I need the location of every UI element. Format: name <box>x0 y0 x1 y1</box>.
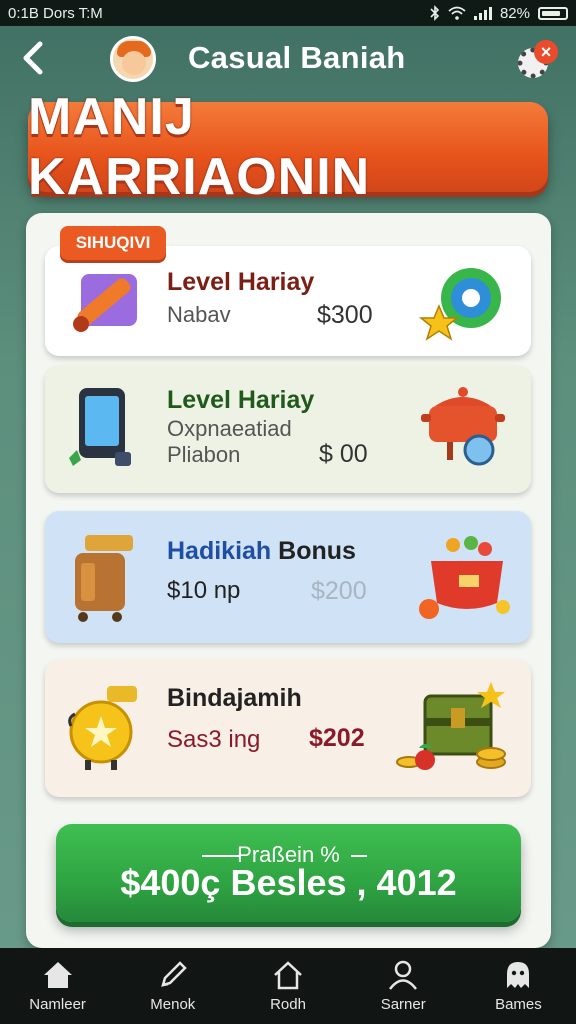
card-title-rest: Bonus <box>278 537 356 565</box>
reward-card[interactable]: Bindajamih Sas3 ing $202 <box>45 660 531 797</box>
house-outline-icon <box>274 961 302 990</box>
card-title: Level Hariay <box>167 386 315 414</box>
close-icon: × <box>534 40 558 64</box>
nav-item-profile[interactable]: Sarner <box>346 948 461 1024</box>
nav-item-home[interactable]: Namleer <box>0 948 115 1024</box>
ghost-icon <box>507 962 530 988</box>
card-subtitle: $10 np <box>167 577 241 604</box>
paintbrush-icon <box>73 274 137 332</box>
chevron-left-icon <box>23 41 43 75</box>
card-price: $300 <box>317 301 373 329</box>
wifi-icon <box>448 6 466 20</box>
nav-item-menu[interactable]: Menok <box>115 948 230 1024</box>
cooking-pot-icon <box>421 387 505 466</box>
card-title-highlight: Hadikiah <box>167 537 272 565</box>
coin-medal-icon <box>68 686 137 770</box>
page-title: Casual Baniah <box>188 40 406 75</box>
card-subtitle: Nabav <box>167 302 231 327</box>
card-subtitle: Sas3 ing <box>167 726 261 753</box>
reward-button-label: $400ç Besles , 4012 <box>120 862 457 903</box>
fruit-bowl-icon <box>419 536 510 619</box>
nav-item-games[interactable]: Bames <box>461 948 576 1024</box>
bluetooth-icon <box>430 5 440 21</box>
nav-item-road[interactable]: Rodh <box>230 948 345 1024</box>
card-price: $202 <box>309 724 365 752</box>
card-subtitle-secondary: Pliabon <box>167 442 241 467</box>
luggage-icon <box>75 535 133 622</box>
nav-label: Rodh <box>270 996 306 1013</box>
avatar[interactable] <box>110 36 156 82</box>
banner-title: MANIJ KARRIAONIN <box>28 88 371 206</box>
card-price: $200 <box>311 577 367 605</box>
treasure-chest-icon <box>396 682 506 770</box>
settings-button[interactable]: × <box>516 40 560 84</box>
nav-label: Namleer <box>29 996 86 1013</box>
bonus-card[interactable]: Hadikiah Bonus $10 np $200 <box>45 511 531 643</box>
status-bar: 0:1B Dors T:M 82% <box>0 0 576 26</box>
card-title: Hadikiah Bonus <box>167 537 356 566</box>
back-button[interactable] <box>18 38 58 82</box>
title-banner: MANIJ KARRIAONIN <box>28 88 548 206</box>
claim-reward-button[interactable]: Praßein % $400ç Besles , 4012 <box>56 824 521 922</box>
pencil-icon <box>160 961 187 987</box>
nav-label: Bames <box>495 996 542 1013</box>
nav-label: Sarner <box>380 996 426 1013</box>
battery-percent: 82% <box>499 4 530 22</box>
card-price: $ 00 <box>319 440 368 468</box>
bottom-nav: Namleer Menok Rodh Sarner Bames <box>0 948 576 1024</box>
person-icon <box>389 960 418 990</box>
target-star-icon <box>418 268 501 341</box>
signal-icon <box>473 6 492 20</box>
reward-card[interactable]: Level Hariay Nabav $300 <box>45 246 531 356</box>
reward-card[interactable]: Level Hariay Oxpnaeatiad Pliabon $ 00 <box>45 366 531 493</box>
screen: 0:1B Dors T:M 82% Casual Baniah × MANIJ … <box>0 0 576 1024</box>
status-icons: 82% <box>430 5 568 22</box>
app-header: Casual Baniah × <box>0 30 576 92</box>
battery-icon <box>538 6 568 20</box>
home-icon <box>43 962 72 988</box>
card-title: Level Hariay <box>167 268 315 296</box>
card-title: Bindajamih <box>167 684 302 712</box>
phone-icon <box>69 388 131 466</box>
nav-label: Menok <box>150 996 196 1013</box>
status-time: 0:1B Dors T:M <box>8 4 103 22</box>
card-subtitle: Oxpnaeatiad <box>167 416 292 441</box>
section-tag: SIHUQIVI <box>60 226 166 260</box>
